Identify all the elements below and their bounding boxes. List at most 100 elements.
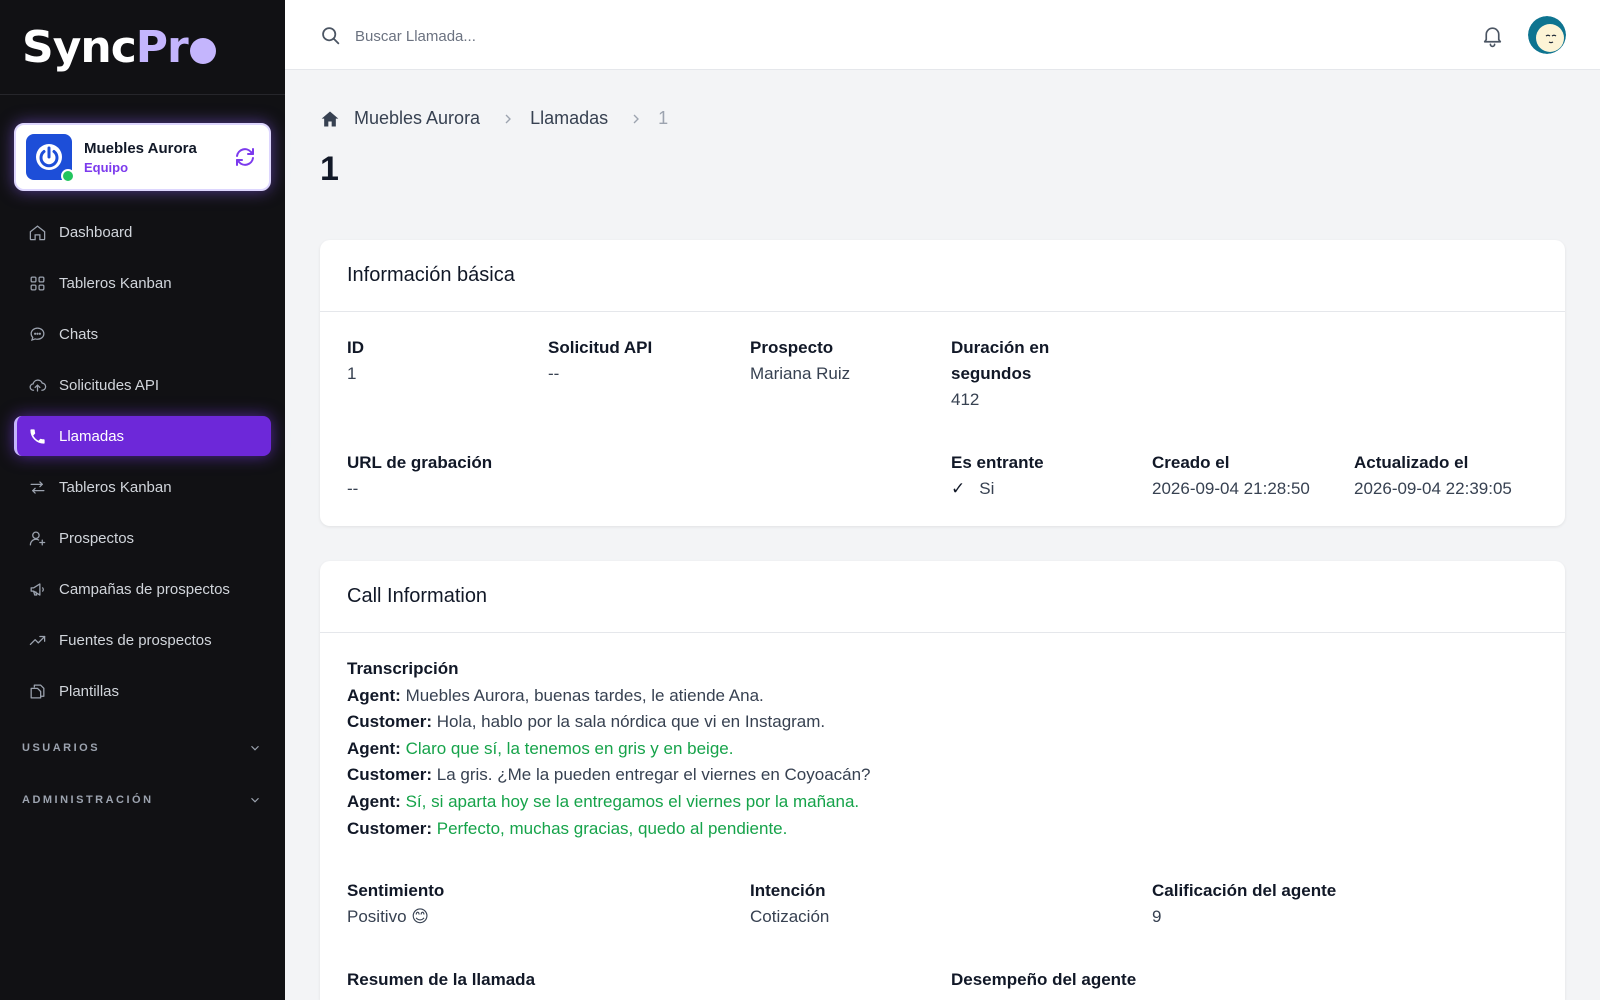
cloud-upload-icon — [29, 378, 47, 392]
field-label: Duración en — [951, 338, 1050, 357]
field-sentiment: Sentimiento Positivo 😊 — [347, 878, 444, 930]
field-duration: Duración en segundos 412 — [951, 335, 1049, 413]
team-logo — [26, 134, 75, 183]
field-value[interactable]: Mariana Ruiz — [750, 361, 850, 387]
breadcrumb-calls[interactable]: Llamadas — [530, 108, 608, 129]
arrows-exchange-icon — [30, 480, 45, 494]
megaphone-icon — [30, 582, 44, 596]
sidebar-item-label: Fuentes de prospectos — [59, 631, 212, 649]
team-role: Equipo — [84, 159, 129, 175]
user-avatar-icon — [1528, 16, 1566, 54]
field-label: Solicitud API — [548, 338, 653, 357]
call-info-card: Call Information Transcripción Agent: Mu… — [320, 561, 1565, 1000]
sidebar-item-api-requests[interactable]: Solicitudes API — [14, 365, 271, 405]
breadcrumb-current: 1 — [658, 108, 669, 128]
online-status-dot — [61, 169, 75, 183]
topbar — [285, 0, 1600, 70]
sidebar-item-label: Plantillas — [59, 682, 120, 700]
sidebar-item-calls[interactable]: Llamadas — [14, 416, 271, 456]
field-call-summary: Resumen de la llamada — [347, 967, 535, 993]
field-value: 9 — [1152, 907, 1162, 926]
sidebar-item-chats[interactable]: Chats — [14, 314, 271, 354]
field-label: Es entrante — [951, 453, 1044, 472]
section-admin-label: ADMINISTRACIÓN — [22, 794, 154, 806]
sidebar-item-label: Tableros Kanban — [59, 274, 172, 292]
basic-info-title: Información básica — [320, 240, 1565, 312]
sidebar-item-dashboard[interactable]: Dashboard — [14, 212, 271, 252]
home-icon — [29, 224, 46, 240]
transcript-line: Customer: Perfecto, muchas gracias, qued… — [347, 818, 788, 838]
section-admin[interactable]: ADMINISTRACIÓN — [22, 793, 262, 807]
sidebar-item-label: Tableros Kanban — [59, 478, 172, 496]
sidebar-item-label: Prospectos — [59, 529, 135, 547]
sidebar-item-label: Chats — [59, 325, 99, 343]
field-value: -- — [548, 364, 560, 383]
field-api-request: Solicitud API -- — [548, 335, 652, 387]
field-value: -- — [347, 479, 359, 498]
field-created: Creado el 2026-09-04 21:28:50 — [1152, 450, 1310, 502]
grid-icon — [30, 276, 45, 290]
breadcrumb-team[interactable]: Muebles Aurora — [354, 108, 480, 129]
search-input[interactable] — [355, 20, 955, 52]
field-label: Prospecto — [750, 338, 834, 357]
field-agent-rating: Calificación del agente 9 — [1152, 878, 1336, 930]
home-icon[interactable] — [320, 109, 340, 129]
page-title: 1 — [320, 150, 339, 188]
sidebar-item-campaigns[interactable]: Campañas de prospectos — [14, 569, 271, 609]
sidebar-item-kanban-2[interactable]: Tableros Kanban — [14, 467, 271, 507]
transcript-line: Agent: Claro que sí, la tenemos en gris … — [347, 738, 734, 758]
brand-name: SyncPr — [22, 22, 216, 73]
transcript-label: Transcripción — [347, 659, 459, 678]
field-label: Intención — [750, 881, 826, 900]
sidebar-item-sources[interactable]: Fuentes de prospectos — [14, 620, 271, 660]
field-value: Cotización — [750, 907, 830, 926]
sidebar-item-templates[interactable]: Plantillas — [14, 671, 271, 711]
field-label: ID — [347, 338, 364, 357]
chevron-down-icon — [251, 797, 259, 803]
field-label: Actualizado el — [1354, 453, 1469, 472]
field-updated: Actualizado el 2026-09-04 22:39:05 — [1354, 450, 1512, 502]
search-icon — [322, 27, 340, 45]
phone-icon — [30, 428, 45, 444]
sidebar-item-kanban[interactable]: Tableros Kanban — [14, 263, 271, 303]
chevron-down-icon — [251, 745, 259, 751]
field-value: 412 — [951, 390, 980, 409]
breadcrumb: Muebles Aurora Llamadas 1 — [320, 108, 668, 129]
field-label: Resumen de la llamada — [347, 970, 536, 989]
transcript-line: Customer: La gris. ¿Me la pueden entrega… — [347, 765, 871, 785]
field-incoming: Es entrante ✓ Si — [951, 450, 1044, 502]
sidebar-nav: Dashboard Tableros Kanban Chats Solicitu… — [14, 212, 271, 722]
field-value: 2026-09-04 22:39:05 — [1354, 479, 1512, 498]
sidebar-item-label: Llamadas — [59, 427, 125, 445]
bell-icon[interactable] — [1480, 23, 1505, 48]
brand-logo[interactable]: SyncPr — [0, 0, 285, 95]
chat-icon — [30, 327, 45, 341]
transcript-line: Agent: Muebles Aurora, buenas tardes, le… — [347, 685, 764, 705]
field-value: Si — [979, 479, 995, 498]
sidebar-item-prospects[interactable]: Prospectos — [14, 518, 271, 558]
transcript: Transcripción Agent: Muebles Aurora, bue… — [347, 656, 871, 842]
section-users-label: USUARIOS — [22, 742, 101, 754]
section-users[interactable]: USUARIOS — [22, 741, 262, 755]
field-id: ID 1 — [347, 335, 364, 387]
field-label: URL de grabación — [347, 453, 493, 472]
field-recording-url: URL de grabación -- — [347, 450, 492, 502]
transcript-line: Customer: Hola, hablo por la sala nórdic… — [347, 712, 826, 732]
field-label: Creado el — [1152, 453, 1230, 472]
field-prospect: Prospecto Mariana Ruiz — [750, 335, 850, 387]
field-value: 2026-09-04 21:28:50 — [1152, 479, 1310, 498]
sidebar: SyncPr Muebles Aurora Equipo Dashboard T… — [0, 0, 285, 1000]
basic-info-card: Información básica ID 1 Solicitud API --… — [320, 240, 1565, 526]
call-info-title: Call Information — [320, 561, 1565, 633]
user-plus-icon — [29, 531, 46, 545]
field-intent: Intención Cotización — [750, 878, 829, 930]
field-value: Positivo 😊 — [347, 907, 429, 926]
team-name: Muebles Aurora — [84, 139, 197, 157]
avatar[interactable] — [1528, 16, 1566, 54]
check-icon: ✓ — [951, 479, 966, 498]
refresh-icon[interactable] — [233, 145, 257, 169]
team-switcher[interactable]: Muebles Aurora Equipo — [14, 123, 271, 191]
field-agent-performance: Desempeño del agente — [951, 967, 1136, 993]
transcript-line: Agent: Sí, si aparta hoy se la entregamo… — [347, 791, 860, 811]
sidebar-item-label: Dashboard — [59, 223, 133, 241]
